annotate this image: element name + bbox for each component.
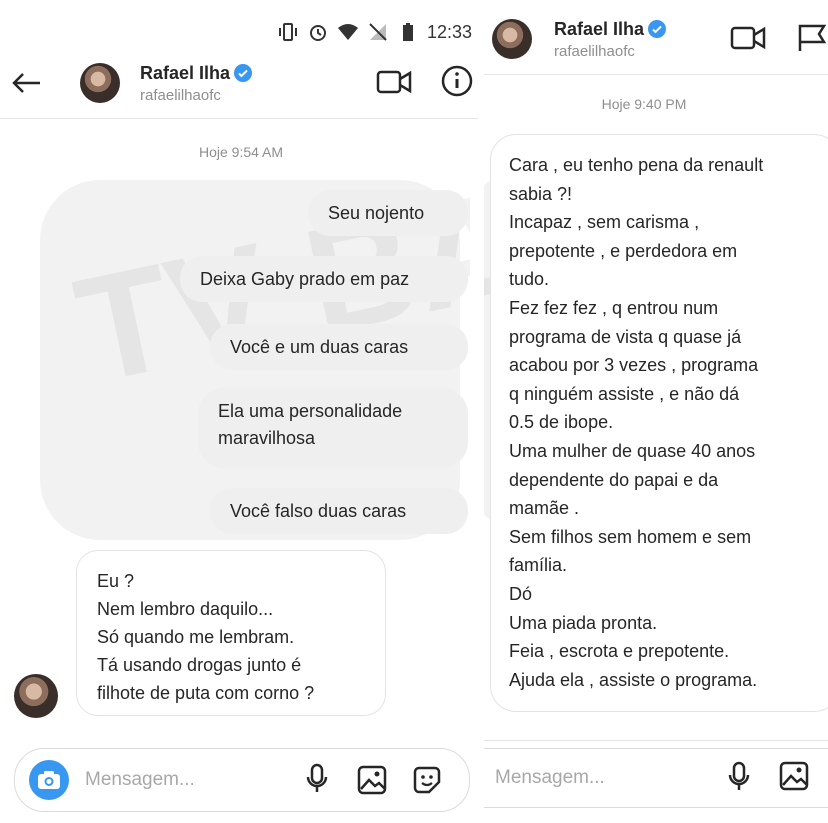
microphone-icon[interactable] <box>722 760 756 794</box>
vibrate-icon <box>277 21 299 43</box>
message-bubble-in[interactable]: Eu ? Nem lembro daquilo... Só quando me … <box>76 550 386 716</box>
alarm-icon <box>307 21 329 43</box>
flag-icon[interactable] <box>796 22 828 54</box>
camera-icon[interactable] <box>29 760 69 800</box>
battery-icon <box>397 21 419 43</box>
wifi-icon <box>337 21 359 43</box>
video-call-icon[interactable] <box>728 22 768 54</box>
contact-name: Rafael Ilha <box>140 62 231 83</box>
message-bubble-out[interactable]: Ela uma personalidade maravilhosa <box>198 388 468 468</box>
message-input[interactable]: Mensagem... <box>85 769 195 791</box>
sender-avatar[interactable] <box>14 674 58 718</box>
avatar[interactable] <box>80 63 120 103</box>
microphone-icon[interactable] <box>300 762 334 796</box>
message-bubble-in[interactable]: Cara , eu tenho pena da renault sabia ?!… <box>490 134 828 712</box>
composer-divider <box>484 740 828 741</box>
contact-handle: rafaelilhaofc <box>140 86 221 104</box>
header-divider <box>484 74 828 75</box>
verified-badge-icon <box>234 64 253 82</box>
contact-name: Rafael Ilha <box>554 18 645 39</box>
info-icon[interactable] <box>440 64 474 98</box>
chat-title[interactable]: Rafael Ilha rafaelilhaofc <box>140 62 253 104</box>
image-icon[interactable] <box>356 764 388 796</box>
chat-title[interactable]: Rafael Ilha rafaelilhaofc <box>554 18 667 60</box>
no-signal-icon <box>367 21 389 43</box>
sticker-icon[interactable] <box>410 764 444 796</box>
image-icon[interactable] <box>778 760 810 792</box>
chat-header: Rafael Ilha rafaelilhaofc <box>484 14 828 64</box>
message-input[interactable]: Mensagem... <box>495 767 605 789</box>
verified-badge-icon <box>648 20 667 38</box>
left-chat-screenshot: TV BAND 12:33 Rafael Ilha <box>0 0 478 823</box>
right-chat-screenshot: TV BAND Rafael Ilha rafaelilhaofc Hoje 9… <box>484 0 828 823</box>
avatar[interactable] <box>492 19 532 59</box>
header-divider <box>0 118 478 119</box>
video-call-icon[interactable] <box>374 66 414 98</box>
status-time: 12:33 <box>426 21 472 42</box>
message-bubble-out[interactable]: Você falso duas caras <box>210 488 468 534</box>
contact-handle: rafaelilhaofc <box>554 42 635 60</box>
status-bar: 12:33 <box>277 12 478 52</box>
message-composer: Mensagem... <box>14 748 470 812</box>
message-bubble-out[interactable]: Deixa Gaby prado em paz <box>180 256 468 302</box>
message-bubble-out[interactable]: Seu nojento <box>308 190 468 236</box>
back-arrow-icon[interactable] <box>6 63 46 103</box>
message-bubble-out[interactable]: Você e um duas caras <box>210 324 468 370</box>
message-composer: Mensagem... <box>484 748 828 808</box>
message-timestamp: Hoje 9:54 AM <box>198 144 284 160</box>
message-timestamp: Hoje 9:40 PM <box>601 96 687 112</box>
